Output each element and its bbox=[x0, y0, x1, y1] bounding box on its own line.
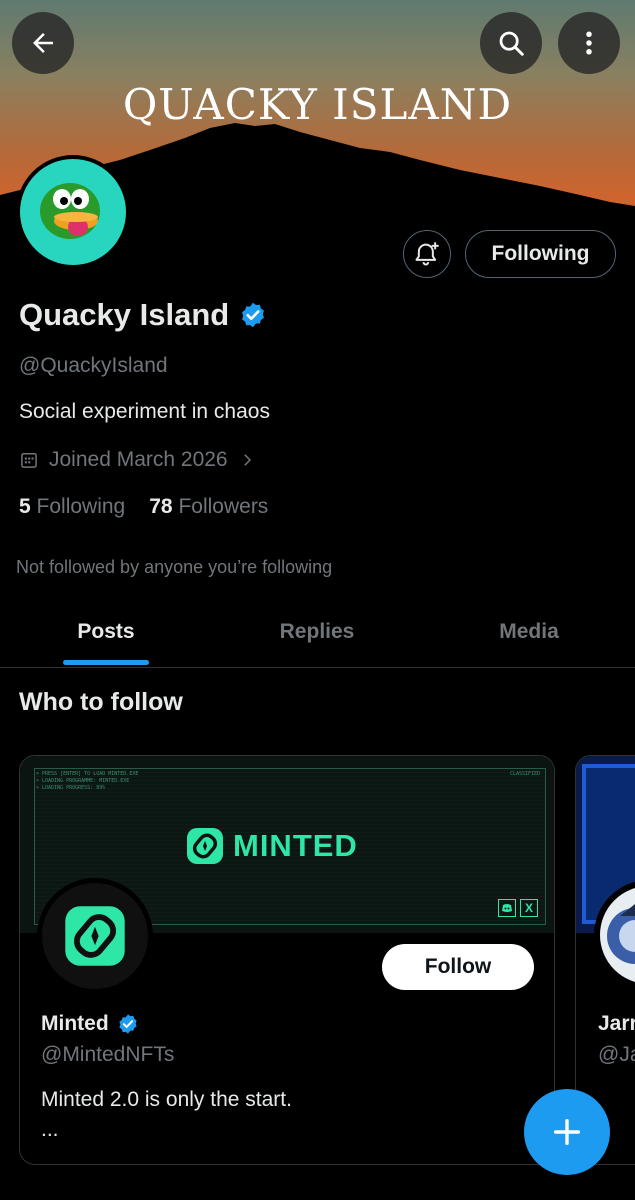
profile-handle: @QuackyIsland bbox=[19, 354, 168, 377]
follow-button[interactable]: Follow bbox=[382, 944, 534, 990]
calendar-icon bbox=[21, 453, 37, 468]
suggestion-handle: @MintedNFTs bbox=[41, 1043, 175, 1066]
following-stat-label: Following bbox=[36, 495, 126, 518]
verified-badge-icon bbox=[119, 1014, 137, 1034]
profile-tabs: Posts Replies Media bbox=[0, 600, 635, 668]
joined-date-row[interactable]: Joined March 2026 bbox=[19, 448, 256, 472]
minted-logo-icon bbox=[187, 828, 223, 864]
search-button[interactable] bbox=[480, 12, 542, 74]
more-options-button[interactable] bbox=[558, 12, 620, 74]
not-followed-note: Not followed by anyone you’re following bbox=[16, 557, 333, 577]
follow-stats: 5 Following 78 Followers bbox=[19, 495, 268, 519]
active-tab-indicator bbox=[63, 660, 149, 665]
followers-count: 78 bbox=[149, 495, 173, 518]
profile-bio: Social experiment in chaos bbox=[19, 400, 270, 423]
joined-date: Joined March 2026 bbox=[49, 448, 228, 471]
minted-logo-text: MINTED bbox=[233, 828, 358, 863]
banner-title: QUACKY ISLAND bbox=[122, 80, 513, 129]
chevron-right-icon bbox=[243, 454, 251, 466]
profile-name: Quacky Island bbox=[19, 297, 230, 332]
suggestion-handle: @Ja bbox=[598, 1043, 635, 1066]
jarr-avatar-image bbox=[607, 904, 635, 964]
profile-name-row: Quacky Island bbox=[19, 297, 267, 333]
back-arrow-icon bbox=[33, 33, 53, 53]
tab-media[interactable]: Media bbox=[480, 620, 578, 644]
bell-plus-icon bbox=[415, 242, 439, 266]
suggestion-name: Jarr bbox=[598, 1012, 635, 1035]
minted-avatar[interactable] bbox=[37, 878, 153, 994]
suggestion-card-minted[interactable]: > PRESS [ENTER] TO LOAD MINTED.EXE > LOA… bbox=[19, 755, 555, 1165]
suggestion-name: Minted bbox=[41, 1012, 109, 1035]
minted-logo: MINTED bbox=[185, 826, 358, 866]
followers-stat[interactable]: 78 Followers bbox=[149, 495, 268, 519]
notifications-button[interactable] bbox=[403, 230, 451, 278]
compose-post-button[interactable] bbox=[524, 1089, 610, 1175]
suggestion-bio: Minted 2.0 is only the start. bbox=[41, 1088, 292, 1111]
following-stat[interactable]: 5 Following bbox=[19, 495, 125, 519]
more-vertical-icon bbox=[586, 31, 592, 55]
suggestion-name-row: Minted bbox=[41, 1012, 139, 1036]
tab-replies[interactable]: Replies bbox=[258, 620, 376, 644]
who-to-follow-title: Who to follow bbox=[19, 688, 183, 716]
suggestion-bio-more: ... bbox=[41, 1118, 59, 1141]
back-button[interactable] bbox=[12, 12, 74, 74]
banner-console-line: > LOADING PROGRESS: 89% bbox=[36, 785, 106, 791]
search-icon bbox=[499, 31, 524, 56]
x-logo-icon: X bbox=[520, 899, 538, 917]
discord-icon bbox=[498, 899, 516, 917]
banner-console-line: > PRESS [ENTER] TO LOAD MINTED.EXE bbox=[36, 771, 139, 777]
plus-icon bbox=[553, 1118, 581, 1146]
banner-classified-tag: CLASSIFIED bbox=[510, 771, 541, 777]
profile-avatar[interactable] bbox=[16, 155, 130, 269]
duck-avatar-image bbox=[40, 183, 100, 239]
verified-badge-icon[interactable] bbox=[239, 301, 267, 329]
minted-avatar-icon bbox=[65, 906, 125, 966]
banner-console-line: > LOADING PROGRAMME: MINTED.EXE bbox=[36, 778, 130, 784]
tab-posts[interactable]: Posts bbox=[63, 620, 149, 644]
following-count: 5 bbox=[19, 495, 31, 518]
followers-stat-label: Followers bbox=[178, 495, 269, 518]
following-button[interactable]: Following bbox=[465, 230, 616, 278]
